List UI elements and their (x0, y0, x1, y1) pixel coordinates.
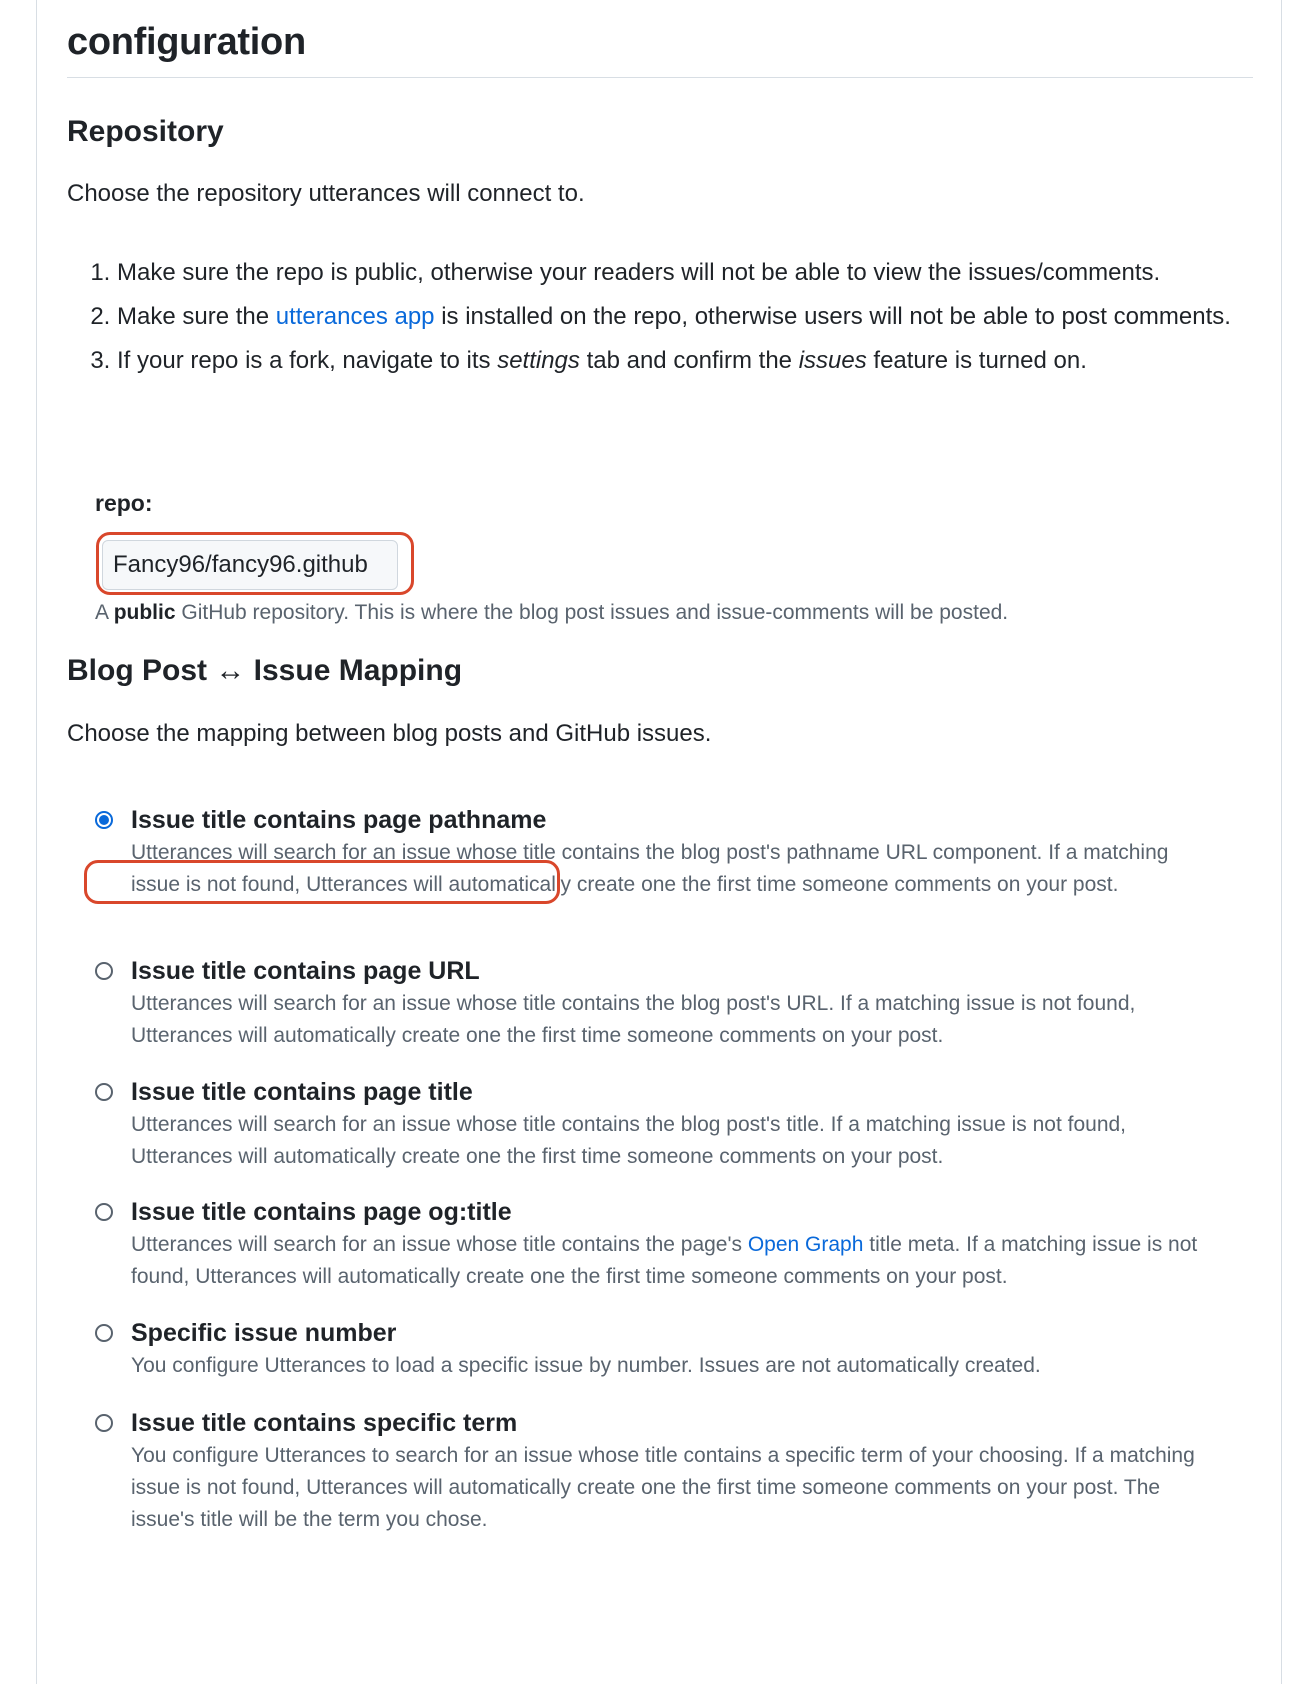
option-title[interactable]: Issue title contains page title (131, 1075, 473, 1109)
option-title[interactable]: Issue title contains specific term (131, 1406, 517, 1440)
config-panel: configuration Repository Choose the repo… (36, 0, 1282, 1684)
option-description: Utterances will search for an issue whos… (131, 1113, 1127, 1168)
option-description: Utterances will search for an issue whos… (131, 1233, 1198, 1288)
repo-label: repo: (95, 490, 153, 516)
open-graph-link[interactable]: Open Graph (748, 1233, 864, 1256)
step-install-app: Make sure the utterances app is installe… (117, 298, 1257, 335)
mapping-heading: Blog Post ↔ Issue Mapping (67, 654, 463, 687)
title-divider (67, 77, 1253, 78)
radio-url[interactable] (95, 962, 113, 980)
option-title[interactable]: Specific issue number (131, 1316, 396, 1350)
option-title[interactable]: Issue title contains page URL (131, 954, 480, 988)
utterances-app-link[interactable]: utterances app (276, 303, 435, 330)
radio-title[interactable] (95, 1083, 113, 1101)
step-fork: If your repo is a fork, navigate to its … (117, 342, 1257, 379)
repository-steps: Make sure the repo is public, otherwise … (67, 254, 1257, 386)
option-description: Utterances will search for an issue whos… (131, 992, 1136, 1047)
option-title[interactable]: Issue title contains page og:title (131, 1195, 512, 1229)
step-public: Make sure the repo is public, otherwise … (117, 254, 1257, 291)
option-description: You configure Utterances to load a speci… (131, 1354, 1041, 1377)
option-title[interactable]: Issue title contains page pathname (131, 803, 546, 837)
mapping-intro: Choose the mapping between blog posts an… (67, 720, 712, 747)
radio-pathname[interactable] (95, 811, 113, 829)
radio-og-title[interactable] (95, 1203, 113, 1221)
option-description: Utterances will search for an issue whos… (131, 841, 1169, 896)
repo-note: A public GitHub repository. This is wher… (95, 601, 1009, 624)
repo-input[interactable] (102, 540, 398, 590)
page-title: configuration (67, 21, 306, 63)
radio-specific-term[interactable] (95, 1414, 113, 1432)
repository-intro: Choose the repository utterances will co… (67, 180, 585, 207)
option-description: You configure Utterances to search for a… (131, 1444, 1195, 1531)
radio-issue-number[interactable] (95, 1324, 113, 1342)
repository-heading: Repository (67, 115, 224, 148)
